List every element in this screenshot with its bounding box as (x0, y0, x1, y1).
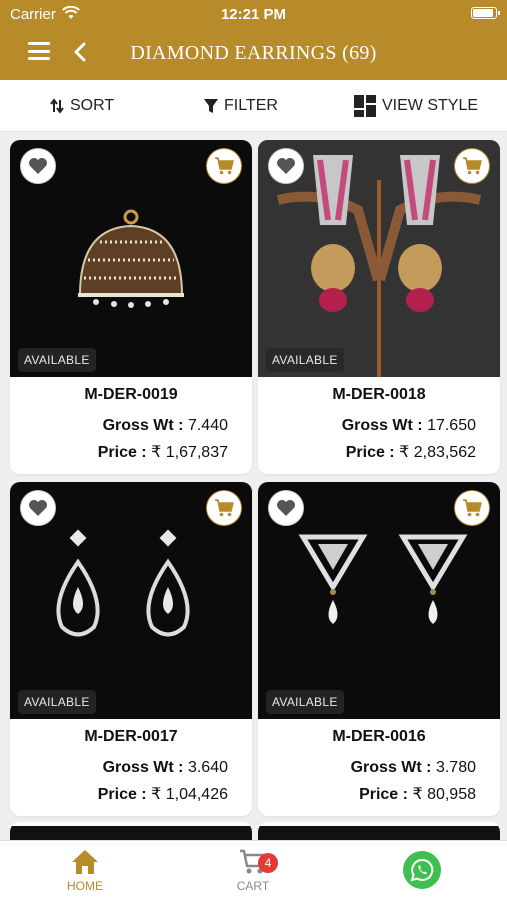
product-card[interactable]: AVAILABLE M-DER-0018 Gross Wt : 17.650 P… (258, 140, 500, 474)
app-header: Carrier 12:21 PM DIAMOND EARRINGS (69) (0, 0, 507, 80)
availability-badge: AVAILABLE (18, 690, 96, 714)
list-toolbar: SORT FILTER VIEW STYLE (0, 80, 507, 132)
cart-icon (215, 157, 234, 175)
gross-weight-value: 3.640 (187, 759, 228, 776)
price-row: Price : ₹ 80,958 (359, 784, 476, 804)
product-code: M-DER-0019 (84, 386, 178, 403)
gross-weight-value: 3.780 (435, 759, 476, 776)
price-label: Price : (359, 786, 408, 803)
whatsapp-icon (410, 858, 434, 882)
availability-badge: AVAILABLE (266, 690, 344, 714)
sort-button[interactable]: SORT (50, 80, 114, 132)
favorite-button[interactable] (268, 490, 304, 526)
filter-button[interactable]: FILTER (204, 80, 278, 132)
price-label: Price : (97, 444, 147, 461)
product-code: M-DER-0016 (332, 728, 426, 745)
availability-badge: AVAILABLE (266, 348, 344, 372)
view-style-button[interactable]: VIEW STYLE (354, 80, 478, 132)
price-value: ₹ 1,67,837 (151, 444, 228, 461)
filter-label: FILTER (224, 97, 278, 114)
gross-weight-label: Gross Wt : (341, 417, 423, 434)
price-row: Price : ₹ 2,83,562 (346, 442, 476, 462)
status-bar: Carrier 12:21 PM (0, 0, 507, 28)
favorite-button[interactable] (20, 490, 56, 526)
gross-weight-label: Gross Wt : (350, 759, 432, 776)
sort-icon (50, 98, 64, 114)
product-card[interactable]: AVAILABLE M-DER-0017 Gross Wt : 3.640 Pr… (10, 482, 252, 816)
grid-view-icon (354, 95, 376, 117)
page-title: DIAMOND EARRINGS (69) (130, 42, 377, 64)
view-style-label: VIEW STYLE (382, 97, 479, 114)
add-to-cart-button[interactable] (454, 490, 490, 526)
cart-icon (215, 499, 234, 517)
heart-icon (277, 500, 295, 516)
gross-weight-value: 17.650 (427, 417, 476, 434)
product-code: M-DER-0017 (84, 728, 178, 745)
favorite-button[interactable] (268, 148, 304, 184)
heart-icon (29, 500, 47, 516)
battery-icon (471, 7, 500, 19)
favorite-button[interactable] (20, 148, 56, 184)
heart-icon (29, 158, 47, 174)
price-value: ₹ 80,958 (412, 786, 476, 803)
price-row: Price : ₹ 1,04,426 (98, 784, 228, 804)
cart-icon (463, 499, 482, 517)
filter-icon (204, 99, 218, 113)
price-value: ₹ 1,04,426 (151, 786, 228, 803)
nav-cart[interactable]: CART 4 (213, 849, 293, 893)
bottom-navigation: HOME CART 4 (0, 840, 507, 900)
gross-weight-value: 7.440 (187, 417, 228, 434)
price-label: Price : (345, 444, 395, 461)
nav-cart-label: CART (236, 879, 270, 893)
product-card[interactable]: AVAILABLE M-DER-0016 Gross Wt : 3.780 Pr… (258, 482, 500, 816)
home-icon (72, 850, 98, 874)
gross-weight-label: Gross Wt : (102, 417, 184, 434)
price-row: Price : ₹ 1,67,837 (98, 442, 228, 462)
add-to-cart-button[interactable] (206, 490, 242, 526)
product-code: M-DER-0018 (332, 386, 426, 403)
gross-weight-row: Gross Wt : 17.650 (342, 417, 476, 435)
gross-weight-row: Gross Wt : 3.780 (351, 759, 476, 777)
add-to-cart-button[interactable] (454, 148, 490, 184)
status-time: 12:21 PM (220, 6, 287, 23)
product-card[interactable]: AVAILABLE M-DER-0019 Gross Wt : 7.440 Pr… (10, 140, 252, 474)
gross-weight-row: Gross Wt : 7.440 (103, 417, 228, 435)
add-to-cart-button[interactable] (206, 148, 242, 184)
gross-weight-label: Gross Wt : (102, 759, 184, 776)
nav-home-label: HOME (67, 879, 103, 893)
availability-badge: AVAILABLE (18, 348, 96, 372)
price-label: Price : (97, 786, 147, 803)
heart-icon (277, 158, 295, 174)
nav-home[interactable]: HOME (45, 849, 125, 893)
cart-icon (463, 157, 482, 175)
sort-label: SORT (70, 97, 115, 114)
whatsapp-button[interactable] (403, 851, 441, 889)
gross-weight-row: Gross Wt : 3.640 (103, 759, 228, 777)
cart-count-badge: 4 (258, 853, 278, 873)
price-value: ₹ 2,83,562 (399, 444, 476, 461)
